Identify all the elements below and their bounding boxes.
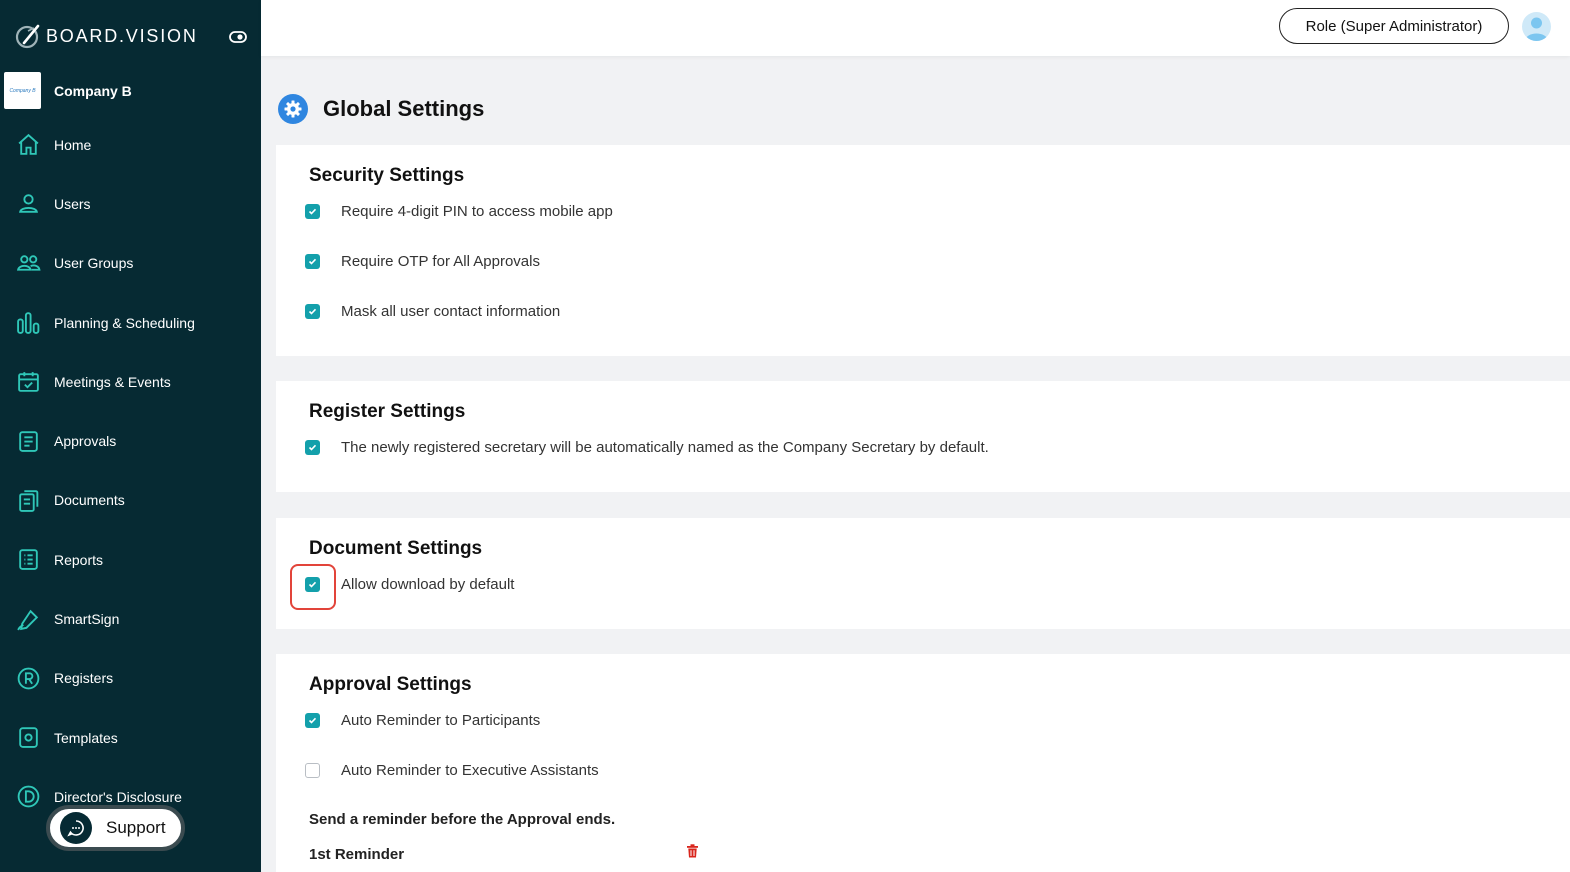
setting-option: Auto Reminder to Executive Assistants [305,762,599,779]
page-title: Global Settings [323,96,485,121]
check-icon [308,308,317,315]
sidebar-item-user-groups[interactable]: User Groups [0,234,261,293]
support-button[interactable]: Support [46,805,185,851]
disclosure-icon [17,786,40,808]
sidebar: BOARD.VISION Company B Company B Home Us… [0,0,261,872]
sidebar-item-meetings[interactable]: Meetings & Events [0,352,261,411]
first-reminder-label: 1st Reminder [309,846,405,863]
checkbox[interactable] [305,440,320,455]
check-icon [308,444,317,451]
sidebar-item-label: Users [54,195,91,212]
sidebar-toggle-icon[interactable] [229,30,247,44]
reports-icon [19,549,38,571]
avatar-icon [1525,17,1548,41]
checkbox[interactable] [305,763,320,778]
setting-label: Require 4-digit PIN to access mobile app [341,203,613,220]
topbar: Role (Super Administrator) [261,0,1570,56]
sidebar-item-label: Director's Disclosure [54,788,182,805]
calendar-icon [18,372,39,393]
support-label: Support [106,818,166,837]
checkbox[interactable] [305,577,320,592]
section-title: Document Settings [309,538,483,559]
sidebar-item-label: Meetings & Events [54,373,171,390]
setting-option: The newly registered secretary will be a… [305,439,989,456]
documents-icon [19,490,39,512]
check-icon [308,717,317,724]
role-button[interactable]: Role (Super Administrator) [1279,8,1509,44]
sidebar-item-label: Documents [54,492,125,509]
brand[interactable]: BOARD.VISION [14,22,198,50]
brand-name: BOARD.VISION [46,25,198,46]
sidebar-item-label: Approvals [54,433,117,450]
users-icon [16,255,41,271]
setting-label: The newly registered secretary will be a… [341,439,989,456]
checkbox[interactable] [305,304,320,319]
approval-settings-card: Approval Settings Auto Reminder to Parti… [276,654,1570,872]
setting-label: Require OTP for All Approvals [341,253,540,270]
section-title: Security Settings [309,165,465,186]
setting-label: Allow download by default [341,576,515,593]
registers-icon [17,667,40,690]
sidebar-item-label: Planning & Scheduling [54,314,195,331]
setting-option: Require 4-digit PIN to access mobile app [305,203,613,220]
templates-icon [19,727,38,748]
sidebar-item-label: Reports [54,551,104,568]
home-icon [18,134,39,155]
approvals-icon [19,430,38,452]
register-settings-card: Register Settings The newly registered s… [276,381,1570,492]
checkbox[interactable] [305,713,320,728]
sidebar-item-registers[interactable]: Registers [0,649,261,708]
sidebar-item-home[interactable]: Home [0,115,261,174]
gear-icon [278,94,308,124]
section-title: Register Settings [309,401,466,422]
section-title: Approval Settings [309,674,472,695]
setting-option: Require OTP for All Approvals [305,253,540,270]
sidebar-item-templates[interactable]: Templates [0,708,261,767]
page-header: Global Settings [278,94,484,124]
sidebar-item-documents[interactable]: Documents [0,471,261,530]
user-icon [19,194,38,214]
checkbox[interactable] [305,254,320,269]
check-icon [308,208,317,215]
setting-option: Auto Reminder to Participants [305,712,540,729]
pen-icon [17,609,39,630]
company-logo: Company B [4,72,41,109]
setting-label: Mask all user contact information [341,303,561,320]
setting-option: Allow download by default [305,576,514,593]
brand-logo-icon [15,24,40,49]
sidebar-item-planning[interactable]: Planning & Scheduling [0,293,261,352]
trash-icon[interactable] [686,844,699,858]
sidebar-item-approvals[interactable]: Approvals [0,411,261,470]
document-settings-card: Document Settings Allow download by defa… [276,518,1570,629]
company-switcher[interactable]: Company B Company B [4,72,132,109]
sidebar-item-label: Templates [54,729,118,746]
check-icon [308,258,317,265]
sidebar-item-reports[interactable]: Reports [0,530,261,589]
reminder-heading: Send a reminder before the Approval ends… [309,811,616,828]
avatar[interactable] [1522,12,1551,41]
sidebar-item-label: SmartSign [54,611,120,628]
company-name: Company B [54,82,132,99]
chat-icon [60,812,92,844]
sidebar-item-smartsign[interactable]: SmartSign [0,589,261,648]
setting-label: Auto Reminder to Participants [341,712,541,729]
planning-icon [17,312,40,334]
sidebar-nav: Home Users User Groups Planning & Schedu… [0,115,261,827]
check-icon [308,581,317,588]
checkbox[interactable] [305,204,320,219]
sidebar-item-users[interactable]: Users [0,174,261,233]
sidebar-item-label: Home [54,136,92,153]
security-settings-card: Security Settings Require 4-digit PIN to… [276,145,1570,356]
sidebar-item-label: User Groups [54,255,134,272]
setting-label: Auto Reminder to Executive Assistants [341,762,599,779]
sidebar-item-label: Registers [54,670,114,687]
setting-option: Mask all user contact information [305,303,560,320]
